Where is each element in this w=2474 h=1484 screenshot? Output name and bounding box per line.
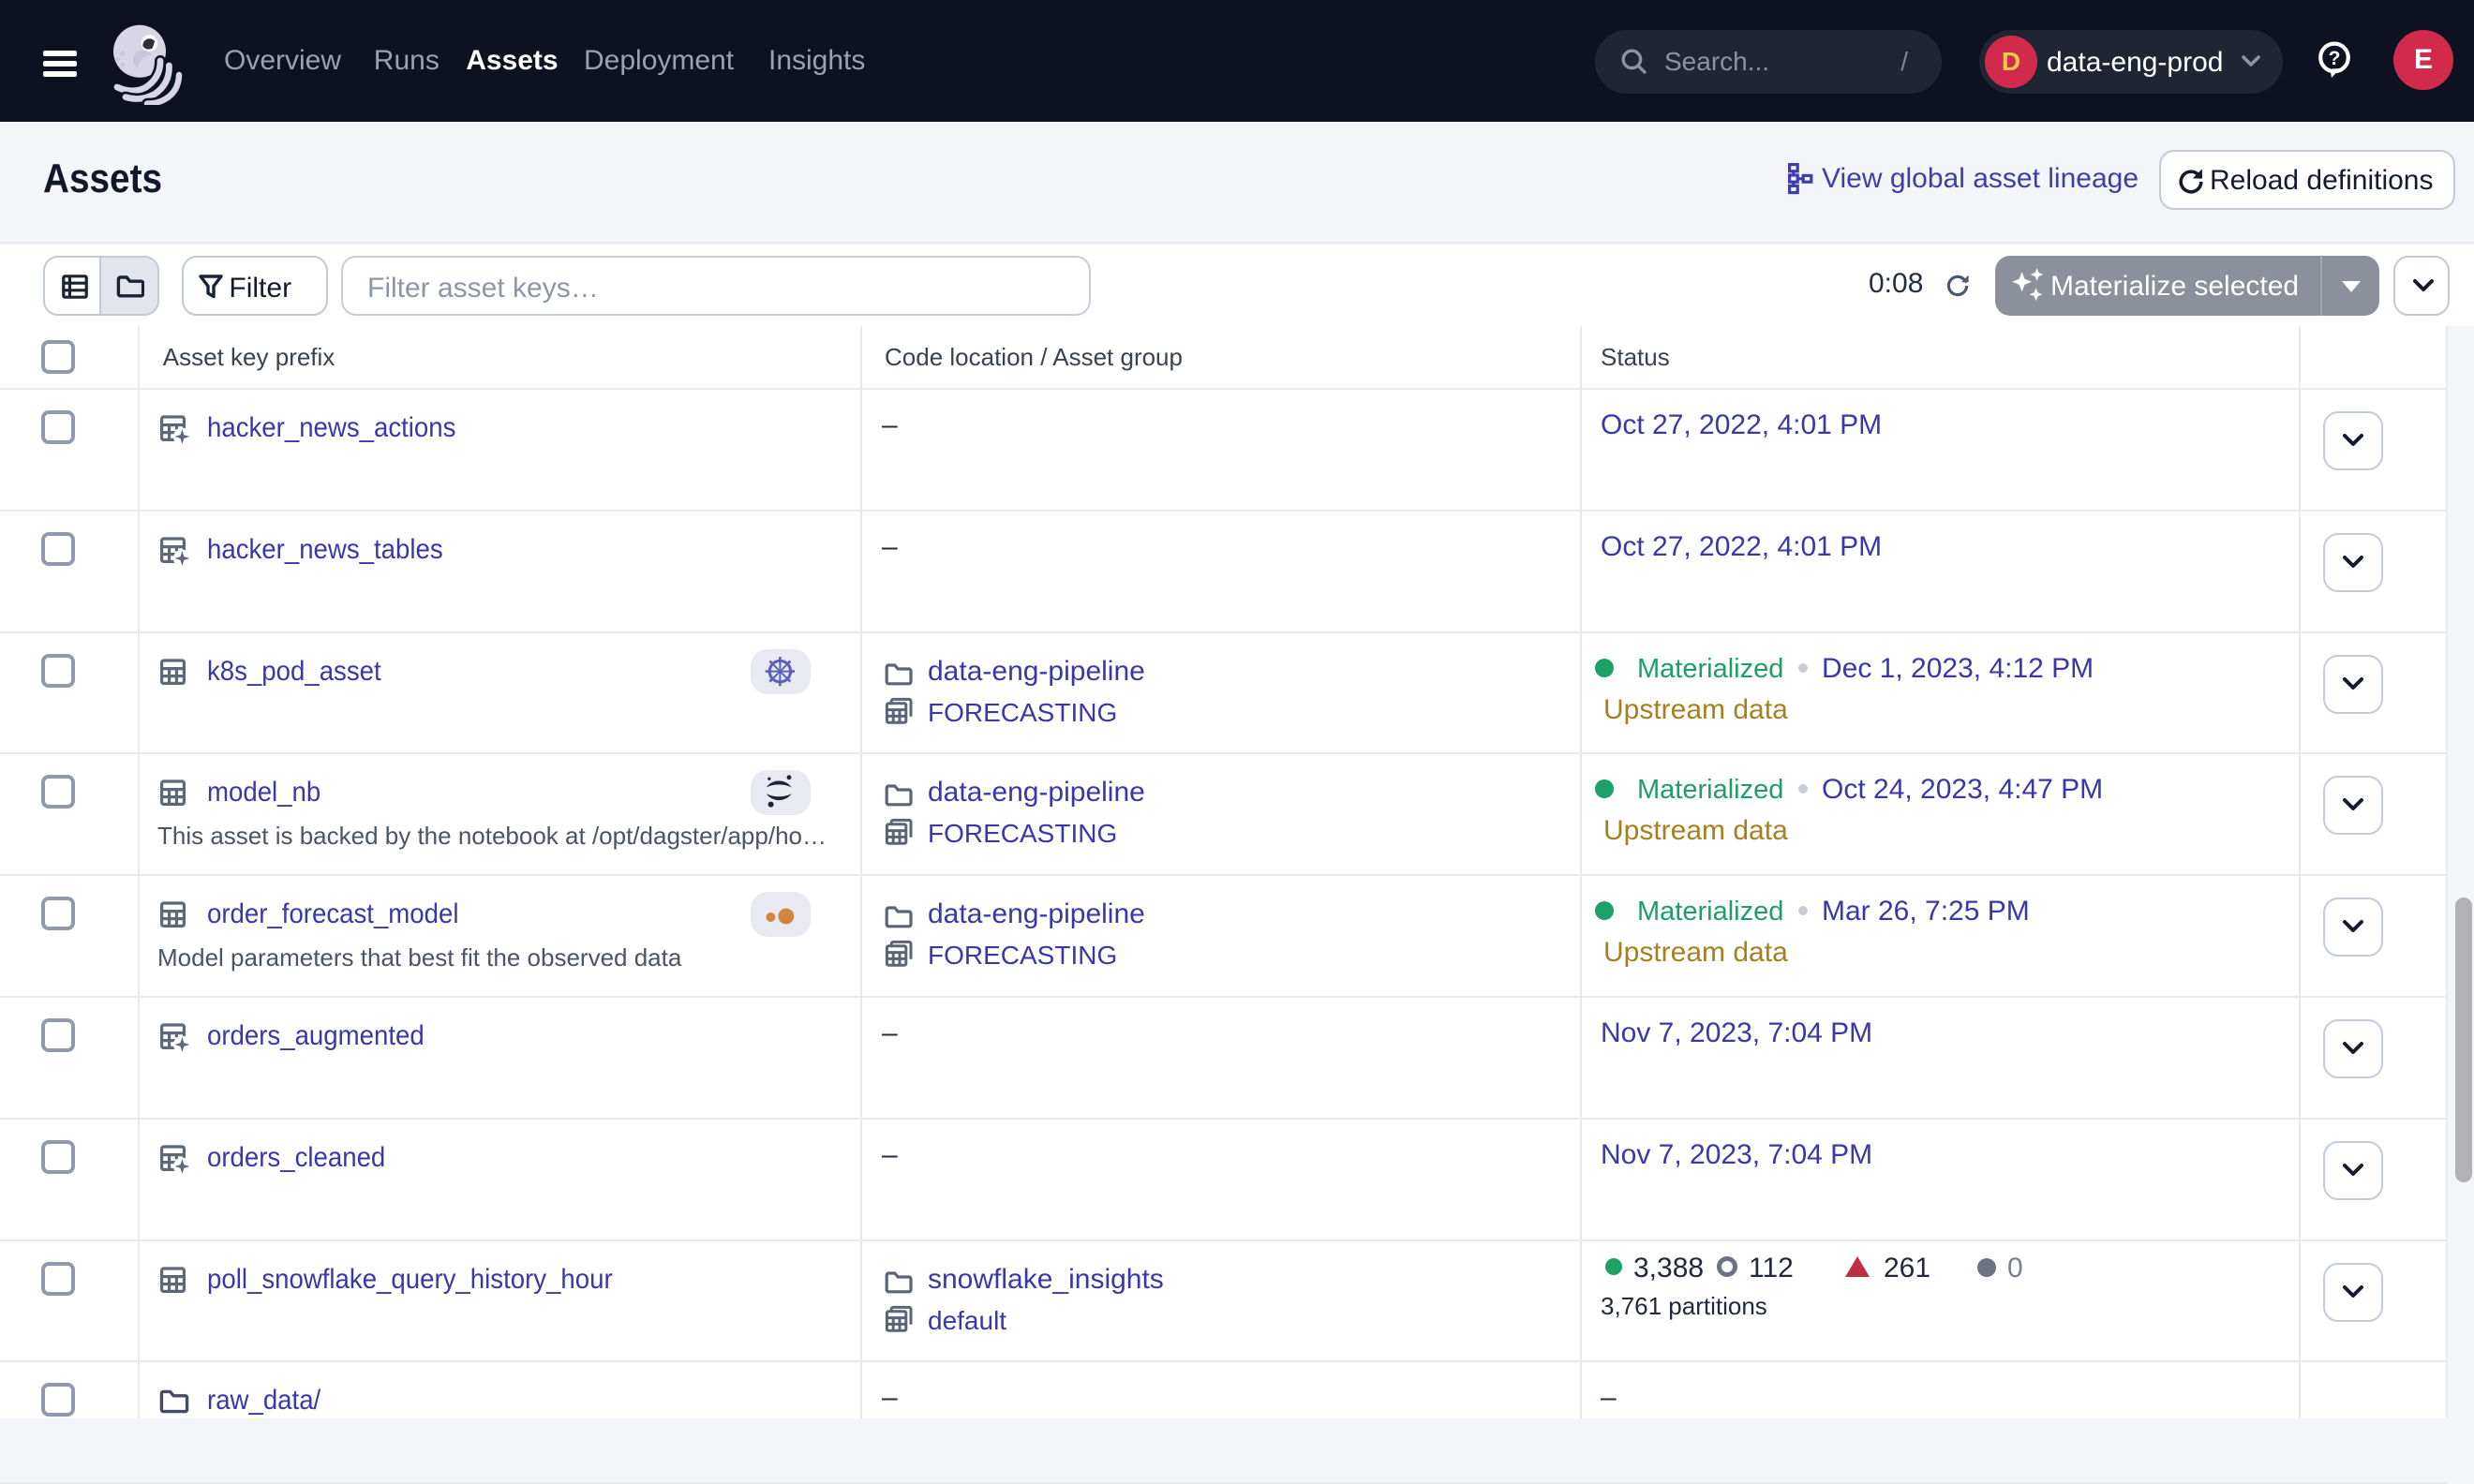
svg-text:?: ? <box>2329 48 2341 69</box>
